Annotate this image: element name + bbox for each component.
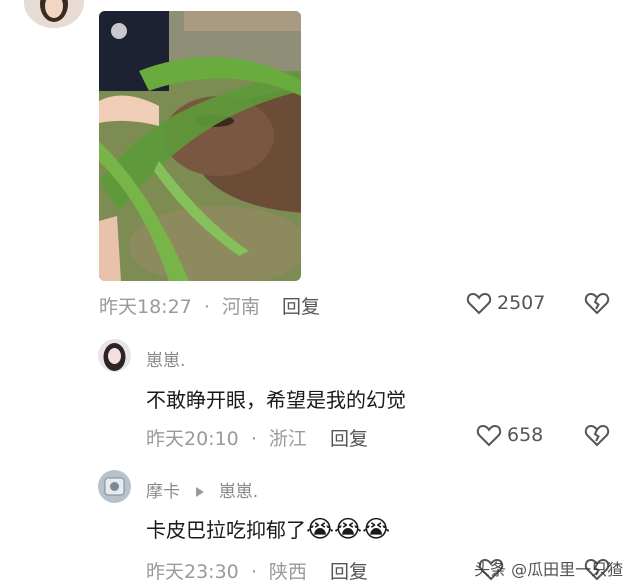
- comment-meta: 昨天18:27 · 河南: [99, 292, 260, 319]
- like-count: 2507: [497, 292, 546, 314]
- crying-emoji: 😭: [306, 515, 335, 543]
- reply-button[interactable]: 回复: [282, 292, 320, 319]
- comment-location: 浙江: [268, 428, 307, 450]
- broken-heart-icon: [584, 292, 610, 315]
- meta-separator: ·: [250, 428, 257, 450]
- watermark: 头条 @瓜田里一只猹: [474, 560, 624, 579]
- crying-emoji: 😭: [362, 515, 391, 543]
- comment-time: 昨天18:27: [99, 296, 192, 318]
- meta-separator: ·: [250, 561, 257, 583]
- dislike-button[interactable]: [584, 291, 610, 315]
- comment-time: 昨天23:30: [146, 561, 239, 583]
- commenter-name[interactable]: 摩卡: [146, 482, 180, 502]
- like-count: 658: [507, 424, 544, 446]
- commenter-avatar-top[interactable]: [24, 0, 84, 28]
- comment-meta: 昨天20:10 · 浙江: [146, 424, 307, 451]
- comment-photo[interactable]: [99, 11, 301, 281]
- crying-emoji: 😭: [334, 515, 363, 543]
- like-button[interactable]: [476, 423, 502, 447]
- comment-time: 昨天20:10: [146, 428, 239, 450]
- commenter-avatar[interactable]: [98, 470, 131, 503]
- reply-header: 摩卡 崽崽.: [146, 477, 258, 502]
- comment-text: 卡皮巴拉吃抑郁了: [146, 518, 306, 542]
- commenter-name[interactable]: 崽崽.: [146, 346, 185, 371]
- comment-text: 不敢睁开眼，希望是我的幻觉: [146, 388, 406, 412]
- meta-separator: ·: [203, 296, 210, 318]
- broken-heart-icon: [584, 424, 610, 447]
- comment-content: 卡皮巴拉吃抑郁了😭😭😭: [146, 514, 390, 543]
- like-button[interactable]: [466, 291, 492, 315]
- replied-to-name[interactable]: 崽崽.: [219, 482, 258, 502]
- commenter-avatar[interactable]: [98, 339, 131, 372]
- heart-icon: [466, 292, 492, 315]
- reply-arrow-icon: [195, 482, 205, 502]
- heart-icon: [476, 424, 502, 447]
- comment-location: 河南: [221, 296, 260, 318]
- comment-location: 陕西: [268, 561, 307, 583]
- comment-meta: 昨天23:30 · 陕西: [146, 557, 307, 584]
- dislike-button[interactable]: [584, 423, 610, 447]
- reply-button[interactable]: 回复: [330, 557, 368, 584]
- reply-button[interactable]: 回复: [330, 424, 368, 451]
